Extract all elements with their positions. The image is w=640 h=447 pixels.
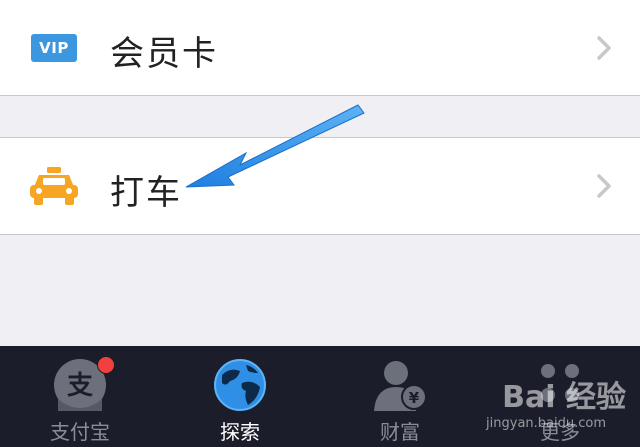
svg-text:¥: ¥ — [409, 389, 420, 407]
tab-label: 支付宝 — [50, 420, 110, 444]
menu-row-label: 会员卡 — [110, 34, 218, 74]
notification-badge — [97, 356, 115, 374]
svg-text:支: 支 — [67, 371, 93, 401]
menu-row-label: 打车 — [110, 173, 182, 213]
globe-icon — [214, 359, 266, 411]
tab-label: 财富 — [380, 420, 420, 444]
tab-explore[interactable]: 探索 — [160, 346, 320, 447]
chevron-right-icon — [597, 174, 611, 198]
wealth-icon: ¥ — [374, 361, 427, 411]
watermark-url: jingyan.baidu.com — [486, 416, 606, 431]
tab-label: 探索 — [220, 420, 260, 444]
tab-wealth[interactable]: ¥ 财富 — [320, 346, 480, 447]
menu-row-vip-card[interactable]: VIP 会员卡 — [0, 0, 640, 96]
taxi-icon — [30, 167, 78, 205]
tab-alipay[interactable]: 支 支付宝 — [0, 346, 160, 447]
chevron-right-icon — [597, 36, 611, 60]
watermark-logo: Bai 经验 — [502, 380, 626, 415]
vip-card-icon: VIP — [31, 34, 77, 62]
menu-row-taxi[interactable]: 打车 — [0, 137, 640, 235]
